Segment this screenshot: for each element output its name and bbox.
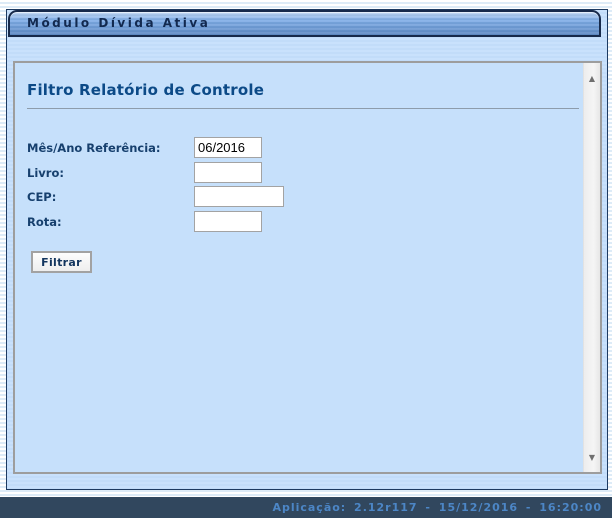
rota-input[interactable]: [194, 211, 262, 232]
form-row-mes-ano: Mês/Ano Referência:: [15, 138, 575, 158]
application-version-text: Aplicação: 2.12r117 - 15/12/2016 - 16:20…: [272, 501, 602, 514]
filtrar-button[interactable]: Filtrar: [31, 251, 92, 273]
module-window: Módulo Dívida Ativa Filtro Relatório de …: [6, 9, 608, 490]
filter-panel: Filtro Relatório de Controle Mês/Ano Ref…: [13, 61, 602, 474]
form-row-cep: CEP:: [15, 187, 575, 207]
scroll-up-icon[interactable]: ▲: [584, 71, 600, 87]
mes-ano-referencia-label: Mês/Ano Referência:: [27, 138, 161, 158]
form-row-livro: Livro:: [15, 163, 575, 183]
application-status-bar: Aplicação: 2.12r117 - 15/12/2016 - 16:20…: [0, 497, 612, 518]
rota-label: Rota:: [27, 212, 62, 232]
cep-label: CEP:: [27, 187, 56, 207]
scroll-down-icon[interactable]: ▼: [584, 450, 600, 466]
window-title-bar: Módulo Dívida Ativa: [8, 10, 601, 37]
page-background: { "window": { "title": "Módulo Dívida At…: [0, 0, 612, 518]
form-row-rota: Rota:: [15, 212, 575, 232]
cep-input[interactable]: [194, 186, 284, 207]
livro-label: Livro:: [27, 163, 64, 183]
mes-ano-referencia-input[interactable]: [194, 137, 262, 158]
vertical-scrollbar[interactable]: ▲ ▼: [583, 63, 600, 472]
window-title: Módulo Dívida Ativa: [27, 16, 210, 30]
section-divider: [27, 108, 579, 109]
livro-input[interactable]: [194, 162, 262, 183]
page-title: Filtro Relatório de Controle: [27, 81, 264, 99]
